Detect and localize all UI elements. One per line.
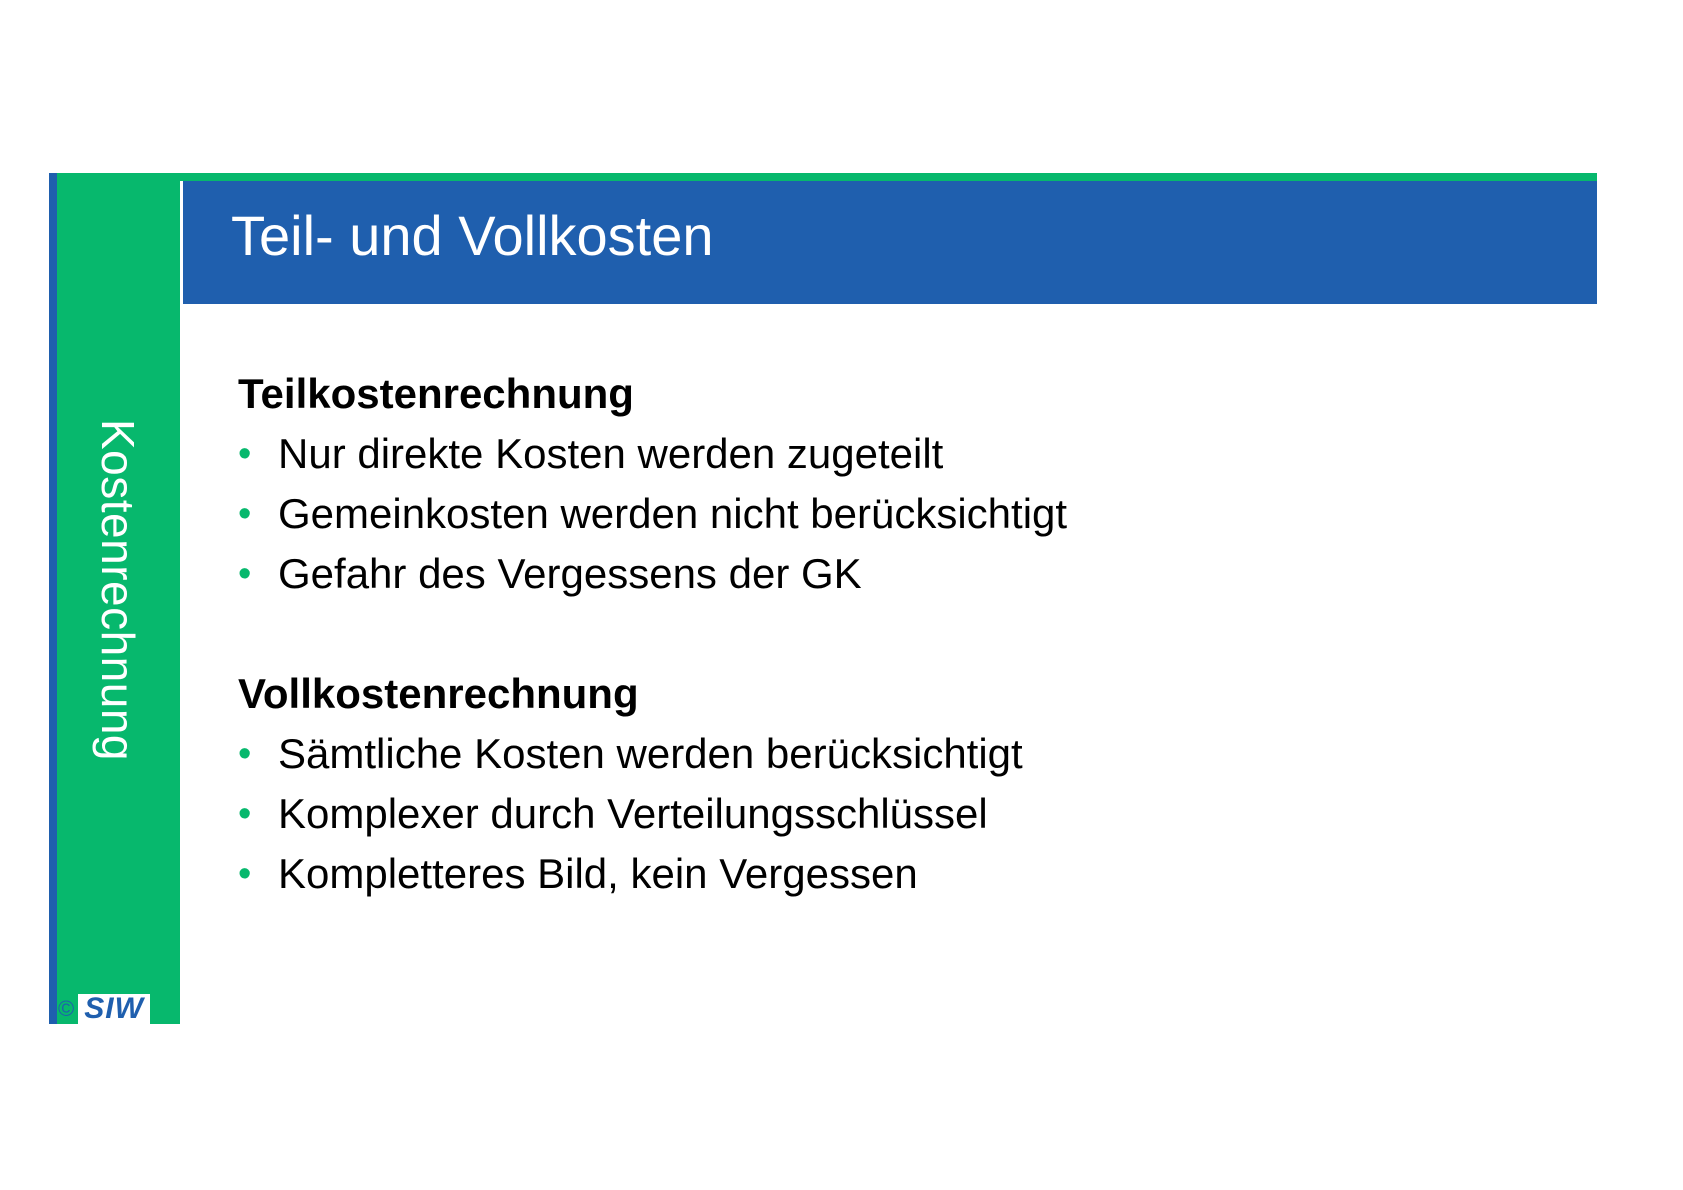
- list-item: • Kompletteres Bild, kein Vergessen: [238, 844, 1558, 904]
- section-teilkosten: Teilkostenrechnung • Nur direkte Kosten …: [238, 364, 1558, 604]
- list-item-text: Gemeinkosten werden nicht berücksichtigt: [278, 490, 1068, 537]
- sidebar-label: Kostenrechnung: [92, 418, 144, 762]
- bullet-icon: •: [238, 493, 252, 535]
- bullet-icon: •: [238, 553, 252, 595]
- bullet-list: • Nur direkte Kosten werden zugeteilt • …: [238, 424, 1558, 604]
- list-item: • Gefahr des Vergessens der GK: [238, 544, 1558, 604]
- list-item: • Nur direkte Kosten werden zugeteilt: [238, 424, 1558, 484]
- bullet-list: • Sämtliche Kosten werden berücksichtigt…: [238, 724, 1558, 904]
- section-title: Vollkostenrechnung: [238, 670, 639, 717]
- list-item-text: Gefahr des Vergessens der GK: [278, 550, 862, 597]
- section-title: Teilkostenrechnung: [238, 370, 634, 417]
- bullet-icon: •: [238, 433, 252, 475]
- list-item-text: Nur direkte Kosten werden zugeteilt: [278, 430, 944, 477]
- list-item-text: Kompletteres Bild, kein Vergessen: [278, 850, 918, 897]
- list-item: • Gemeinkosten werden nicht berücksichti…: [238, 484, 1558, 544]
- content-area: Teilkostenrechnung • Nur direkte Kosten …: [238, 364, 1558, 904]
- bullet-icon: •: [238, 793, 252, 835]
- header-accent-line: [180, 173, 1597, 181]
- list-item-text: Sämtliche Kosten werden berücksichtigt: [278, 730, 1023, 777]
- siw-logo: SIW: [78, 994, 150, 1024]
- list-item: • Sämtliche Kosten werden berücksichtigt: [238, 724, 1558, 784]
- bullet-icon: •: [238, 733, 252, 775]
- footer-logo: © SIW: [58, 994, 150, 1024]
- header-bar: Teil- und Vollkosten: [183, 181, 1597, 304]
- list-item: • Komplexer durch Verteilungsschlüssel: [238, 784, 1558, 844]
- bullet-icon: •: [238, 853, 252, 895]
- section-vollkosten: Vollkostenrechnung • Sämtliche Kosten we…: [238, 664, 1558, 904]
- list-item-text: Komplexer durch Verteilungsschlüssel: [278, 790, 988, 837]
- page-title: Teil- und Vollkosten: [231, 204, 714, 267]
- copyright-symbol: ©: [58, 996, 75, 1021]
